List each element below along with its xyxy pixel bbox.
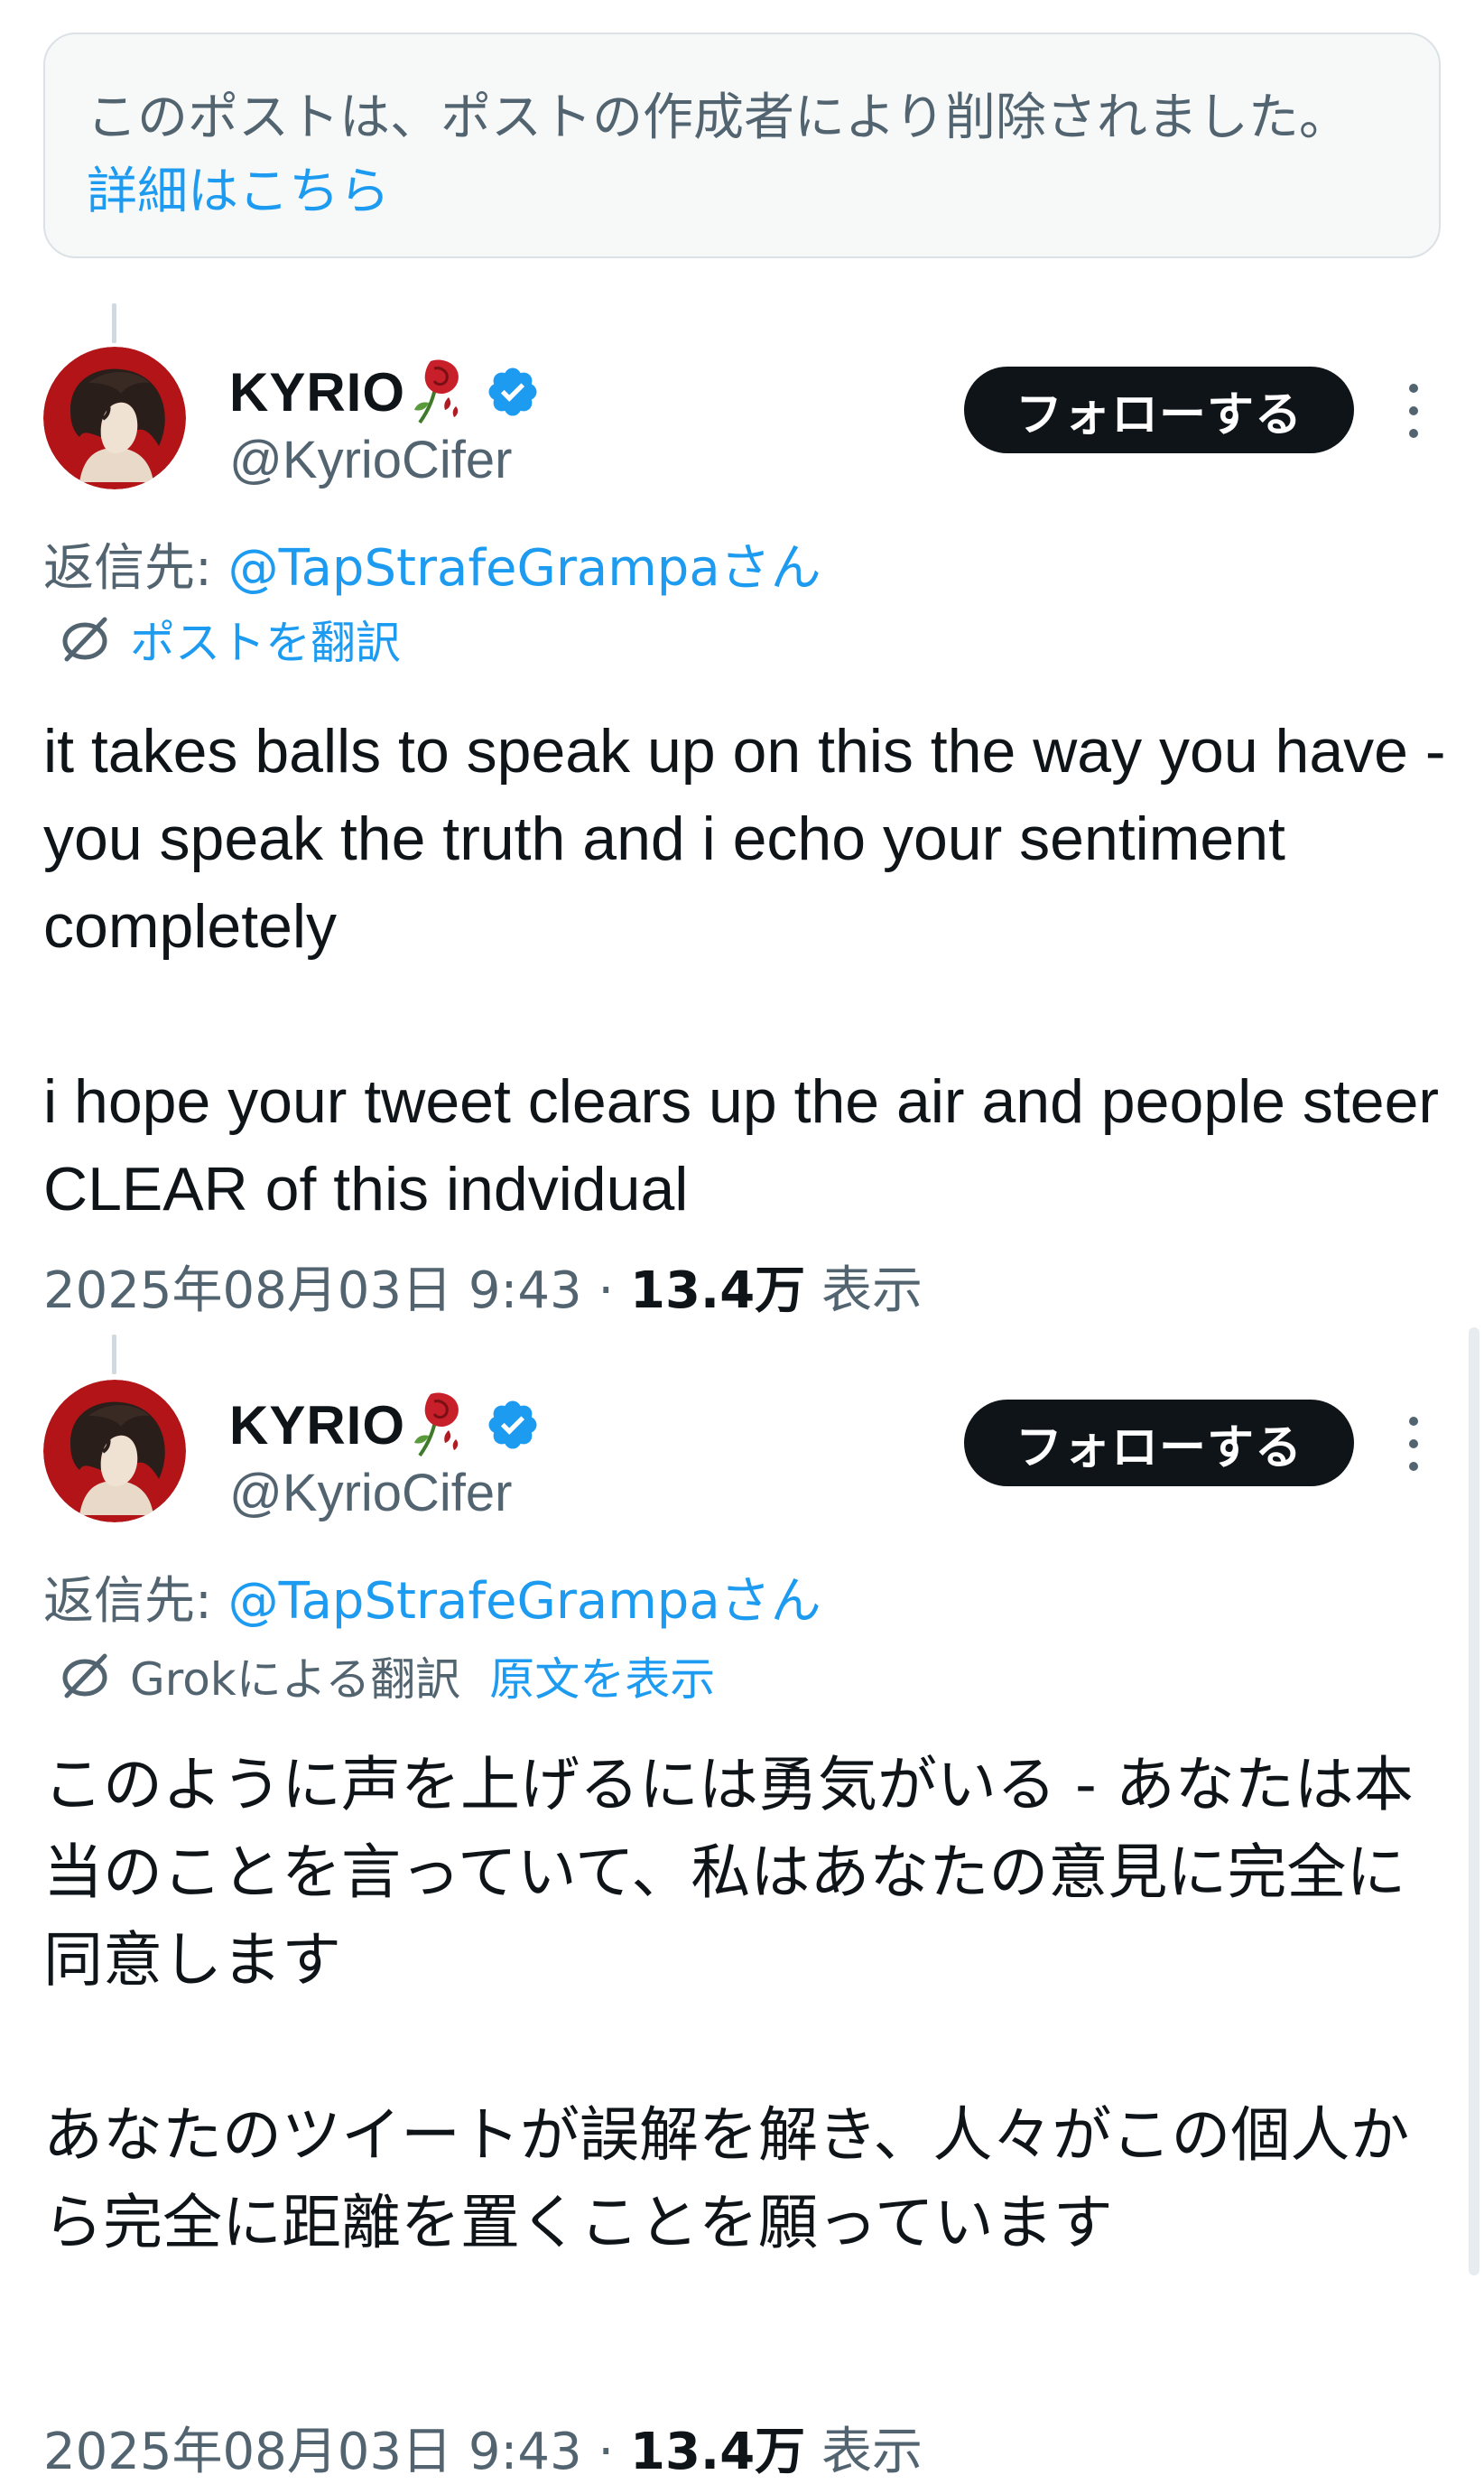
view-count: 13.4万 <box>630 2423 806 2481</box>
translate-globe-icon <box>62 617 107 662</box>
post-body-text: it takes balls to speak up on this the w… <box>43 717 1446 1223</box>
post-timestamp[interactable]: 2025年08月03日 9:43 · <box>43 2423 630 2481</box>
reply-mention-link[interactable]: @TapStrafeGrampaさん <box>228 539 821 598</box>
view-label: 表示 <box>805 2423 923 2481</box>
author-handle[interactable]: @KyrioCifer <box>229 430 512 490</box>
post-timestamp[interactable]: 2025年08月03日 9:43 · <box>43 1261 630 1320</box>
reply-prefix: 返信先: <box>43 1572 228 1631</box>
details-link[interactable]: 詳細はこちら <box>87 163 390 221</box>
author-handle[interactable]: @KyrioCifer <box>229 1463 512 1523</box>
translate-globe-icon <box>62 1653 107 1698</box>
grok-translation-label: Grokによる翻訳 <box>130 1653 461 1706</box>
translate-row: ポストを翻訳 <box>58 607 401 672</box>
show-original-link[interactable]: 原文を表示 <box>489 1643 715 1708</box>
deleted-notice-text: このポストは、ポストの作成者により削除されました。 <box>87 88 1350 147</box>
follow-button[interactable]: フォローする <box>964 367 1354 453</box>
follow-button[interactable]: フォローする <box>964 1400 1354 1486</box>
thread-connector-line <box>112 303 116 343</box>
avatar[interactable] <box>43 347 186 489</box>
thread-connector-line <box>112 1335 116 1374</box>
author-display-name[interactable]: KYRIO <box>229 1394 405 1456</box>
author-name-row[interactable]: KYRIO <box>229 358 541 426</box>
view-label: 表示 <box>805 1261 923 1320</box>
more-dots-icon[interactable] <box>1397 1412 1430 1475</box>
scrollbar[interactable] <box>1469 1327 1479 2275</box>
post-meta-row: 2025年08月03日 9:43 · 13.4万 表示 <box>43 1250 923 1323</box>
reply-prefix: 返信先: <box>43 539 228 598</box>
avatar[interactable] <box>43 1380 186 1522</box>
author-display-name[interactable]: KYRIO <box>229 361 405 423</box>
reply-to-line: 返信先: @TapStrafeGrampaさん <box>43 1560 821 1633</box>
more-dots-icon[interactable] <box>1397 379 1430 442</box>
deleted-post-notice: このポストは、ポストの作成者により削除されました。詳細はこちら <box>43 33 1441 258</box>
wilted-rose-icon <box>414 1392 459 1457</box>
reply-mention-link[interactable]: @TapStrafeGrampaさん <box>228 1572 821 1631</box>
verified-badge-icon <box>488 367 537 416</box>
post-body-text: このように声を上げるには勇気がいる - あなたは本当のことを言っていて、私はあな… <box>43 1750 1414 2257</box>
translate-post-link[interactable]: ポストを翻訳 <box>130 607 401 672</box>
reply-to-line: 返信先: @TapStrafeGrampaさん <box>43 527 821 600</box>
view-count: 13.4万 <box>630 1261 806 1320</box>
wilted-rose-icon <box>414 359 459 424</box>
verified-badge-icon <box>488 1400 537 1449</box>
translate-row: Grokによる翻訳 原文を表示 <box>58 1643 715 1708</box>
post-meta-row: 2025年08月03日 9:43 · 13.4万 表示 <box>43 2411 923 2484</box>
author-name-row[interactable]: KYRIO <box>229 1391 541 1459</box>
